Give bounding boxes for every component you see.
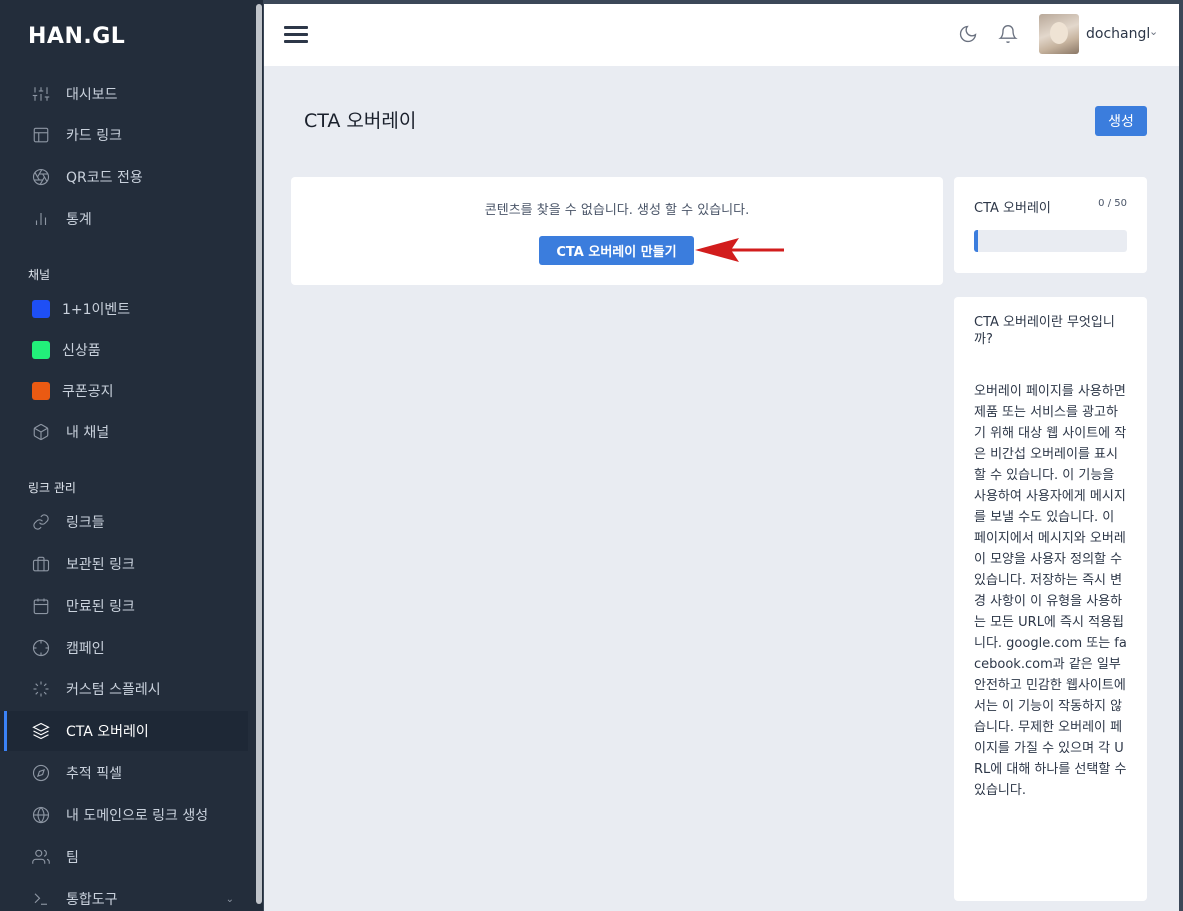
sidebar-item-label: 만료된 링크 — [66, 599, 135, 615]
sidebar-item-label: 대시보드 — [66, 87, 118, 103]
usage-title: CTA 오버레이 — [974, 201, 1051, 216]
sidebar-item-campaign[interactable]: 캠페인 — [0, 628, 248, 668]
chevron-down-icon: ⌄ — [225, 893, 234, 905]
sidebar-item-label: 팀 — [66, 850, 79, 866]
sidebar-item-label: 1+1이벤트 — [62, 302, 131, 318]
chevron-down-icon[interactable]: ⌄ — [1149, 25, 1158, 38]
info-title: CTA 오버레이란 무엇입니까? — [974, 315, 1115, 347]
empty-state-card: 콘텐츠를 찾을 수 없습니다. 생성 할 수 있습니다. CTA 오버레이 만들… — [291, 177, 943, 285]
section-label-link-management: 링크 관리 — [28, 481, 76, 495]
page-title: CTA 오버레이 — [304, 110, 417, 132]
terminal-icon — [32, 890, 50, 908]
section-label-channels: 채널 — [28, 268, 51, 282]
usage-card: CTA 오버레이 0 / 50 — [954, 177, 1147, 273]
sidebar: HAN.GL 대시보드 카드 링크 QR코드 전용 통계 채널 1+1이벤트 신… — [0, 0, 256, 911]
sidebar-item-label: QR코드 전용 — [66, 170, 143, 186]
sidebar-item-stats[interactable]: 통계 — [0, 199, 248, 239]
sidebar-item-custom-splash[interactable]: 커스텀 스플레시 — [0, 669, 248, 709]
sidebar-item-custom-domain[interactable]: 내 도메인으로 링크 생성 — [0, 795, 248, 835]
sliders-icon — [32, 85, 50, 103]
empty-state-message: 콘텐츠를 찾을 수 없습니다. 생성 할 수 있습니다. — [484, 203, 750, 218]
sidebar-item-label: 통계 — [66, 212, 92, 228]
sidebar-item-tracking-pixel[interactable]: 추적 픽셀 — [0, 753, 248, 793]
active-indicator — [4, 711, 7, 751]
annotation-arrow-icon — [695, 238, 784, 262]
globe-icon — [32, 806, 50, 824]
sidebar-item-my-channels[interactable]: 내 채널 — [0, 412, 248, 452]
compass-icon — [32, 764, 50, 782]
crosshair-icon — [32, 639, 50, 657]
sidebar-item-archived-links[interactable]: 보관된 링크 — [0, 544, 248, 584]
main-content: CTA 오버레이 생성 콘텐츠를 찾을 수 없습니다. 생성 할 수 있습니다.… — [264, 66, 1179, 911]
sidebar-item-label: 카드 링크 — [66, 128, 122, 144]
info-body: 오버레이 페이지를 사용하면 제품 또는 서비스를 광고하기 위해 대상 웹 사… — [974, 384, 1127, 798]
sidebar-item-links[interactable]: 링크들 — [0, 502, 248, 542]
link-icon — [32, 513, 50, 531]
channel-color-swatch — [32, 341, 50, 359]
sidebar-item-cta-overlay[interactable]: CTA 오버레이 — [0, 711, 248, 751]
box-icon — [32, 423, 50, 441]
create-button[interactable]: 생성 — [1095, 106, 1147, 136]
sidebar-item-dashboard[interactable]: 대시보드 — [0, 74, 248, 114]
layout-icon — [32, 126, 50, 144]
calendar-icon — [32, 597, 50, 615]
sidebar-item-label: 통합도구 — [66, 892, 118, 908]
username[interactable]: dochangl — [1086, 26, 1150, 42]
info-card: CTA 오버레이란 무엇입니까? 오버레이 페이지를 사용하면 제품 또는 서비… — [954, 297, 1147, 901]
sidebar-item-label: 신상품 — [62, 343, 101, 359]
layers-icon — [32, 722, 50, 740]
briefcase-icon — [32, 555, 50, 573]
loader-icon — [32, 680, 50, 698]
sidebar-item-label: 링크들 — [66, 515, 105, 531]
avatar[interactable] — [1039, 14, 1079, 54]
sidebar-item-expired-links[interactable]: 만료된 링크 — [0, 586, 248, 626]
menu-toggle-icon[interactable] — [284, 24, 310, 44]
top-bar: dochangl ⌄ — [264, 4, 1179, 66]
sidebar-item-channel-new-product[interactable]: 신상품 — [0, 330, 248, 370]
sidebar-item-label: 내 도메인으로 링크 생성 — [66, 808, 209, 824]
create-cta-overlay-button[interactable]: CTA 오버레이 만들기 — [539, 236, 694, 265]
sidebar-item-label: CTA 오버레이 — [66, 724, 149, 740]
usage-count: 0 / 50 — [1098, 198, 1127, 209]
bar-chart-icon — [32, 210, 50, 228]
sidebar-item-qr-code[interactable]: QR코드 전용 — [0, 157, 248, 197]
sidebar-item-label: 추적 픽셀 — [66, 766, 122, 782]
sidebar-item-card-link[interactable]: 카드 링크 — [0, 115, 248, 155]
users-icon — [32, 848, 50, 866]
sidebar-item-label: 커스텀 스플레시 — [66, 682, 161, 698]
aperture-icon — [32, 168, 50, 186]
sidebar-item-label: 내 채널 — [66, 425, 110, 441]
sidebar-item-channel-coupon[interactable]: 쿠폰공지 — [0, 371, 248, 411]
sidebar-item-label: 캠페인 — [66, 641, 105, 657]
moon-icon[interactable] — [958, 24, 978, 44]
sidebar-item-team[interactable]: 팀 — [0, 837, 248, 877]
sidebar-item-label: 쿠폰공지 — [62, 384, 114, 400]
sidebar-scrollbar-thumb[interactable] — [256, 4, 262, 904]
brand-logo[interactable]: HAN.GL — [28, 24, 125, 49]
sidebar-item-label: 보관된 링크 — [66, 557, 135, 573]
sidebar-item-channel-event[interactable]: 1+1이벤트 — [0, 289, 248, 329]
usage-progress-bar — [974, 230, 1127, 252]
channel-color-swatch — [32, 382, 50, 400]
sidebar-item-integrations[interactable]: 통합도구 ⌄ — [0, 879, 248, 911]
channel-color-swatch — [32, 300, 50, 318]
bell-icon[interactable] — [998, 24, 1018, 44]
usage-progress-fill — [974, 230, 978, 252]
